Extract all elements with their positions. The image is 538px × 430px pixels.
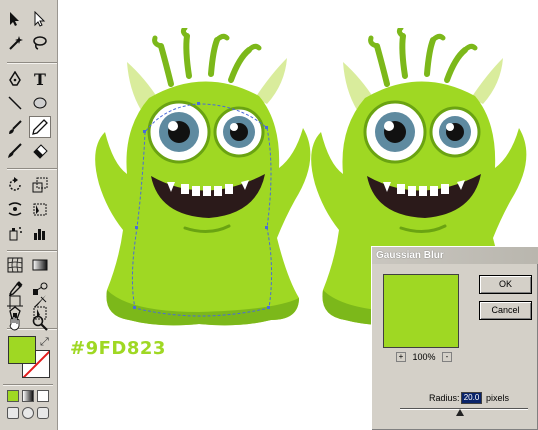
zoom-in-button[interactable]: + (396, 352, 406, 362)
line-tool-icon[interactable] (4, 92, 26, 114)
paintbrush-tool-icon[interactable] (4, 116, 26, 138)
monster-selected[interactable] (89, 28, 339, 338)
free-transform-tool-icon[interactable] (29, 198, 51, 220)
dialog-title: Gaussian Blur (372, 247, 538, 264)
tool-divider (7, 62, 57, 63)
column-graph-tool-icon[interactable] (29, 222, 51, 244)
lasso-tool-icon[interactable] (29, 32, 51, 54)
pencil-tool-icon[interactable] (29, 116, 51, 138)
radius-unit: pixels (486, 393, 510, 403)
color-mode-button[interactable] (7, 390, 19, 402)
mesh-tool-icon[interactable] (4, 254, 26, 276)
slice-tool-icon[interactable] (29, 290, 51, 312)
blur-preview[interactable] (383, 274, 459, 348)
tool-divider (7, 168, 57, 169)
blob-brush-tool-icon[interactable] (4, 140, 26, 162)
artboard-tool-icon[interactable] (4, 290, 26, 312)
ellipse-tool-icon[interactable] (29, 92, 51, 114)
selection-tool-icon[interactable] (4, 8, 26, 30)
tool-divider (7, 250, 57, 251)
tools-panel: T ⤢ (0, 0, 58, 430)
hex-color-label: #9FD823 (70, 338, 166, 359)
zoom-controls: + 100% - (396, 352, 452, 363)
zoom-value: 100% (412, 352, 436, 362)
radius-slider-thumb[interactable] (456, 409, 464, 416)
zoom-tool-icon[interactable] (29, 312, 51, 334)
hand-tool-icon[interactable] (4, 312, 26, 334)
gradient-mode-button[interactable] (22, 390, 34, 402)
warp-tool-icon[interactable] (4, 198, 26, 220)
pen-tool-icon[interactable] (4, 68, 26, 90)
draw-normal-button[interactable] (7, 407, 19, 419)
eraser-tool-icon[interactable] (29, 140, 51, 162)
symbol-sprayer-tool-icon[interactable] (4, 222, 26, 244)
zoom-out-button[interactable]: - (442, 352, 452, 362)
rotate-tool-icon[interactable] (4, 174, 26, 196)
gradient-tool-icon[interactable] (29, 254, 51, 276)
magic-wand-tool-icon[interactable] (4, 32, 26, 54)
direct-selection-tool-icon[interactable] (29, 8, 51, 30)
radius-input[interactable]: 20.0 (461, 392, 482, 404)
radius-label: Radius: (429, 393, 460, 403)
cancel-button[interactable]: Cancel (479, 301, 532, 320)
scale-tool-icon[interactable] (29, 174, 51, 196)
fill-swatch[interactable] (8, 336, 36, 364)
type-tool-icon[interactable]: T (29, 68, 51, 90)
none-mode-button[interactable] (37, 390, 49, 402)
draw-behind-button[interactable] (22, 407, 34, 419)
radius-slider-track[interactable] (400, 408, 528, 409)
draw-inside-button[interactable] (37, 407, 49, 419)
gaussian-blur-dialog: Gaussian Blur + 100% - OK Cancel Radius:… (371, 246, 538, 430)
tool-divider (3, 384, 53, 385)
swap-colors-icon[interactable]: ⤢ (40, 336, 49, 349)
ok-button[interactable]: OK (479, 275, 532, 294)
